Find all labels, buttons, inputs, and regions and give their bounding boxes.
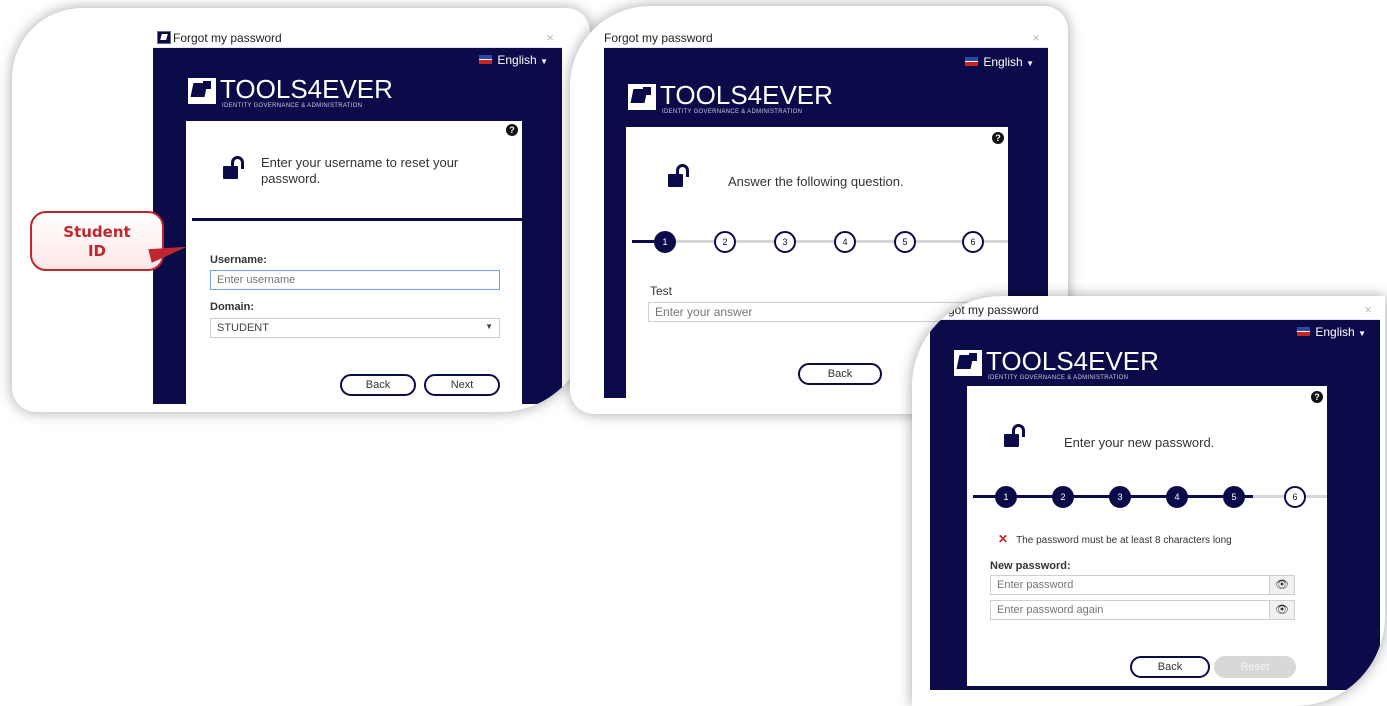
language-selector[interactable]: English ▼: [965, 55, 1034, 69]
step-4: 4: [1166, 486, 1188, 508]
prompt-text: Enter your new password.: [1064, 435, 1215, 450]
step-2: 2: [714, 231, 736, 253]
step-5: 5: [894, 231, 916, 253]
back-button[interactable]: Back: [1130, 656, 1210, 678]
brand-logo: TOOLS4EVER IDENTITY GOVERNANCE & ADMINIS…: [954, 346, 1214, 386]
brand-logo: TOOLS4EVER IDENTITY GOVERNANCE & ADMINIS…: [628, 80, 888, 120]
show-confirm-password-icon[interactable]: 👁: [1269, 600, 1295, 620]
window-title: Forgot my password: [604, 31, 713, 45]
language-label: English: [983, 55, 1023, 69]
help-icon[interactable]: ?: [506, 124, 518, 136]
domain-select[interactable]: STUDENT ▼: [210, 318, 500, 338]
help-icon[interactable]: ?: [1311, 391, 1323, 403]
username-input[interactable]: [210, 270, 500, 290]
error-text: The password must be at least 8 characte…: [1016, 535, 1232, 546]
answer-input[interactable]: [648, 302, 978, 322]
prompt-text: Answer the following question.: [728, 174, 904, 189]
step-indicator: 1 2 3 4 5 6: [632, 230, 1008, 254]
callout-line-2: ID: [87, 242, 107, 260]
us-flag-icon: [479, 55, 493, 64]
step-indicator: 1 2 3 4 5 6: [973, 485, 1327, 509]
reset-card: ? Enter your new password. 1 2 3 4 5 6 ✕…: [967, 386, 1327, 686]
brand-tagline: IDENTITY GOVERNANCE & ADMINISTRATION: [222, 103, 363, 109]
new-password-input[interactable]: [990, 575, 1270, 595]
step-3: 3: [1109, 486, 1131, 508]
window: Forgot my password × English ▼ TOOLS4EVE…: [930, 300, 1380, 690]
logo-mark-icon: [628, 84, 656, 110]
progress-bar: [192, 218, 522, 221]
step-2: 2: [1052, 486, 1074, 508]
logo-mark-icon: [954, 350, 982, 376]
domain-label: Domain:: [210, 301, 254, 313]
language-selector[interactable]: English ▼: [479, 53, 548, 67]
app-background: English ▼ TOOLS4EVER IDENTITY GOVERNANCE…: [153, 48, 562, 404]
reset-button[interactable]: Reset: [1214, 656, 1296, 678]
unlock-icon: [668, 164, 690, 188]
brand-name: TOOLS4EVER: [660, 80, 833, 110]
callout-line-1: Student: [63, 223, 131, 241]
dropdown-arrow-icon: ▼: [485, 322, 493, 331]
username-label: Username:: [210, 254, 267, 266]
unlock-icon: [223, 156, 245, 180]
question-label: Test: [650, 284, 673, 298]
back-button[interactable]: Back: [798, 363, 882, 385]
brand-tagline: IDENTITY GOVERNANCE & ADMINISTRATION: [988, 375, 1129, 381]
title-bar: Forgot my password ×: [930, 300, 1380, 320]
panel-new-password: Forgot my password × English ▼ TOOLS4EVE…: [912, 296, 1385, 706]
window-title: Forgot my password: [173, 31, 282, 45]
show-password-icon[interactable]: 👁: [1269, 575, 1295, 595]
step-1: 1: [995, 486, 1017, 508]
password-error: ✕ The password must be at least 8 charact…: [998, 532, 1232, 546]
title-bar: Forgot my password ×: [153, 28, 562, 48]
caret-down-icon: ▼: [1026, 59, 1034, 68]
brand-tagline: IDENTITY GOVERNANCE & ADMINISTRATION: [662, 109, 803, 115]
app-icon: [157, 31, 171, 44]
new-password-label: New password:: [990, 560, 1071, 572]
language-label: English: [497, 53, 537, 67]
next-button[interactable]: Next: [424, 374, 500, 396]
close-icon[interactable]: ×: [546, 30, 554, 45]
step-6: 6: [962, 231, 984, 253]
language-selector[interactable]: English ▼: [1297, 325, 1366, 339]
prompt-text: Enter your username to reset your passwo…: [261, 155, 459, 186]
title-bar: Forgot my password ×: [604, 28, 1048, 48]
help-icon[interactable]: ?: [992, 132, 1004, 144]
window-title: Forgot my password: [930, 303, 1039, 317]
close-icon[interactable]: ×: [1364, 302, 1372, 317]
logo-mark-icon: [188, 78, 216, 104]
reset-card: ? Enter your username to reset your pass…: [186, 121, 522, 404]
us-flag-icon: [965, 57, 979, 66]
window: Forgot my password × English ▼ TOOLS4EVE…: [153, 28, 562, 404]
error-icon: ✕: [998, 532, 1009, 546]
close-icon[interactable]: ×: [1032, 30, 1040, 45]
panel-username: Forgot my password × English ▼ TOOLS4EVE…: [12, 8, 590, 412]
language-label: English: [1315, 325, 1355, 339]
step-3: 3: [774, 231, 796, 253]
domain-value: STUDENT: [217, 322, 269, 334]
step-6: 6: [1284, 486, 1306, 508]
us-flag-icon: [1297, 327, 1311, 336]
unlock-icon: [1004, 424, 1026, 448]
confirm-password-input[interactable]: [990, 600, 1270, 620]
back-button[interactable]: Back: [340, 374, 416, 396]
caret-down-icon: ▼: [1358, 329, 1366, 338]
brand-logo: TOOLS4EVER IDENTITY GOVERNANCE & ADMINIS…: [188, 74, 448, 114]
brand-name: TOOLS4EVER: [220, 74, 393, 104]
step-1: 1: [654, 231, 676, 253]
step-5: 5: [1223, 486, 1245, 508]
brand-name: TOOLS4EVER: [986, 346, 1159, 376]
student-id-callout: Student ID: [30, 211, 164, 271]
caret-down-icon: ▼: [540, 57, 548, 66]
app-background: English ▼ TOOLS4EVER IDENTITY GOVERNANCE…: [930, 320, 1380, 690]
step-4: 4: [834, 231, 856, 253]
